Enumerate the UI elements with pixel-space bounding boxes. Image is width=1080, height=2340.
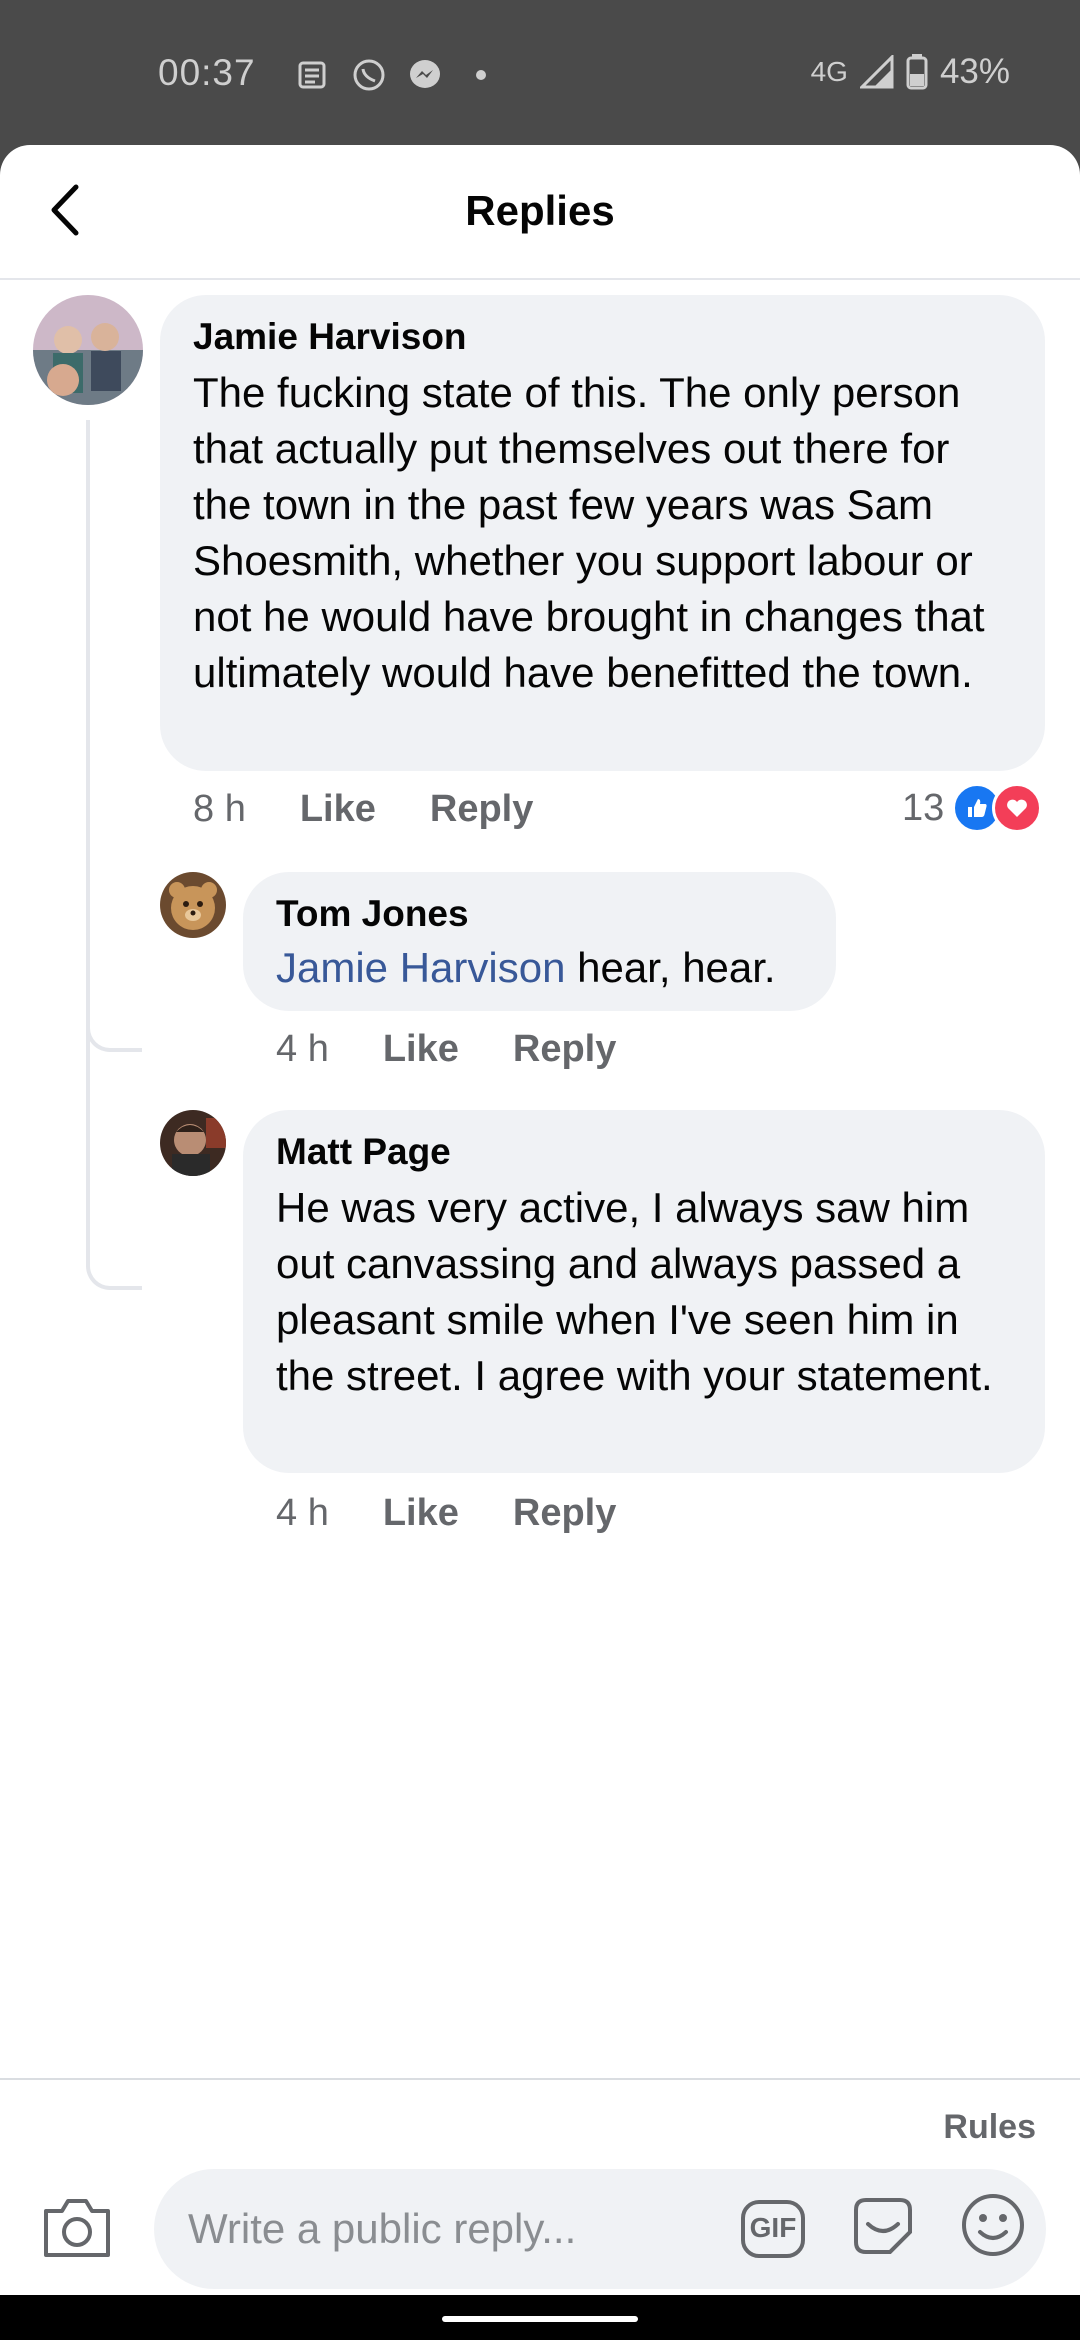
network-label: 4G [810,56,848,87]
news-icon [298,61,326,88]
comment-time: 4 h [276,1492,329,1534]
replies-sheet: Replies Jamie Harvison The fucking state… [0,145,1080,2295]
status-right: 4G 43% [811,52,1010,92]
sticker-icon[interactable] [848,2190,918,2260]
avatar[interactable] [33,295,143,405]
reaction-count: 13 [902,786,945,829]
like-button[interactable]: Like [383,1492,459,1535]
comment-bubble[interactable]: Tom Jones Jamie Harvison hear, hear. [243,872,836,1011]
reply-button[interactable]: Reply [430,788,533,831]
comment-actions: 4 h Like Reply [276,1492,670,1535]
rules-link[interactable]: Rules [943,2108,1036,2147]
composer-divider [0,2078,1080,2080]
comment-time: 8 h [193,788,246,830]
avatar-photo [160,1110,226,1176]
page-title: Replies [465,187,615,234]
comment-author[interactable]: Matt Page [276,1130,1013,1174]
comment-time: 4 h [276,1028,329,1070]
avatar-photo [33,295,143,405]
dot-icon [476,69,486,80]
system-nav-bar [0,2295,1080,2340]
avatar[interactable] [160,1110,226,1176]
camera-icon[interactable] [40,2195,114,2261]
avatar-photo [160,872,226,938]
gif-button[interactable]: GIF [738,2194,808,2264]
comment-text: He was very active, I always saw him out… [276,1184,993,1399]
like-button[interactable]: Like [300,788,376,831]
comment-bubble[interactable]: Matt Page He was very active, I always s… [243,1110,1045,1473]
notification-icons [295,52,499,97]
comment-text: The fucking state of this. The only pers… [193,369,985,696]
status-time: 00:37 [158,52,256,93]
comment-text-rest: hear, hear. [565,944,776,991]
comment-actions: 4 h Like Reply [276,1028,670,1071]
signal-icon [859,55,894,89]
home-indicator[interactable] [442,2316,638,2322]
comment-author[interactable]: Jamie Harvison [193,315,1013,359]
reply-button[interactable]: Reply [513,1492,616,1535]
reply-button[interactable]: Reply [513,1028,616,1071]
avatar[interactable] [160,872,226,938]
comment-author[interactable]: Tom Jones [276,892,804,936]
comment-text: Jamie Harvison hear, hear. [276,940,804,996]
battery-icon [906,54,928,90]
battery-percent: 43% [939,52,1010,91]
gif-label: GIF [749,2212,797,2243]
mention-link[interactable]: Jamie Harvison [276,944,565,991]
header: Replies [0,145,1080,280]
comment-bubble[interactable]: Jamie Harvison The fucking state of this… [160,295,1045,771]
reaction-summary[interactable]: 13 [902,783,1043,833]
thread-line [86,420,142,1290]
like-button[interactable]: Like [383,1028,459,1071]
emoji-icon[interactable] [958,2190,1028,2260]
whatsapp-icon [353,59,385,90]
comment-actions: 8 h Like Reply [193,788,587,831]
status-bar: 00:37 4G 43% [0,0,1080,145]
messenger-icon [410,59,440,88]
love-reaction-icon [992,783,1043,833]
